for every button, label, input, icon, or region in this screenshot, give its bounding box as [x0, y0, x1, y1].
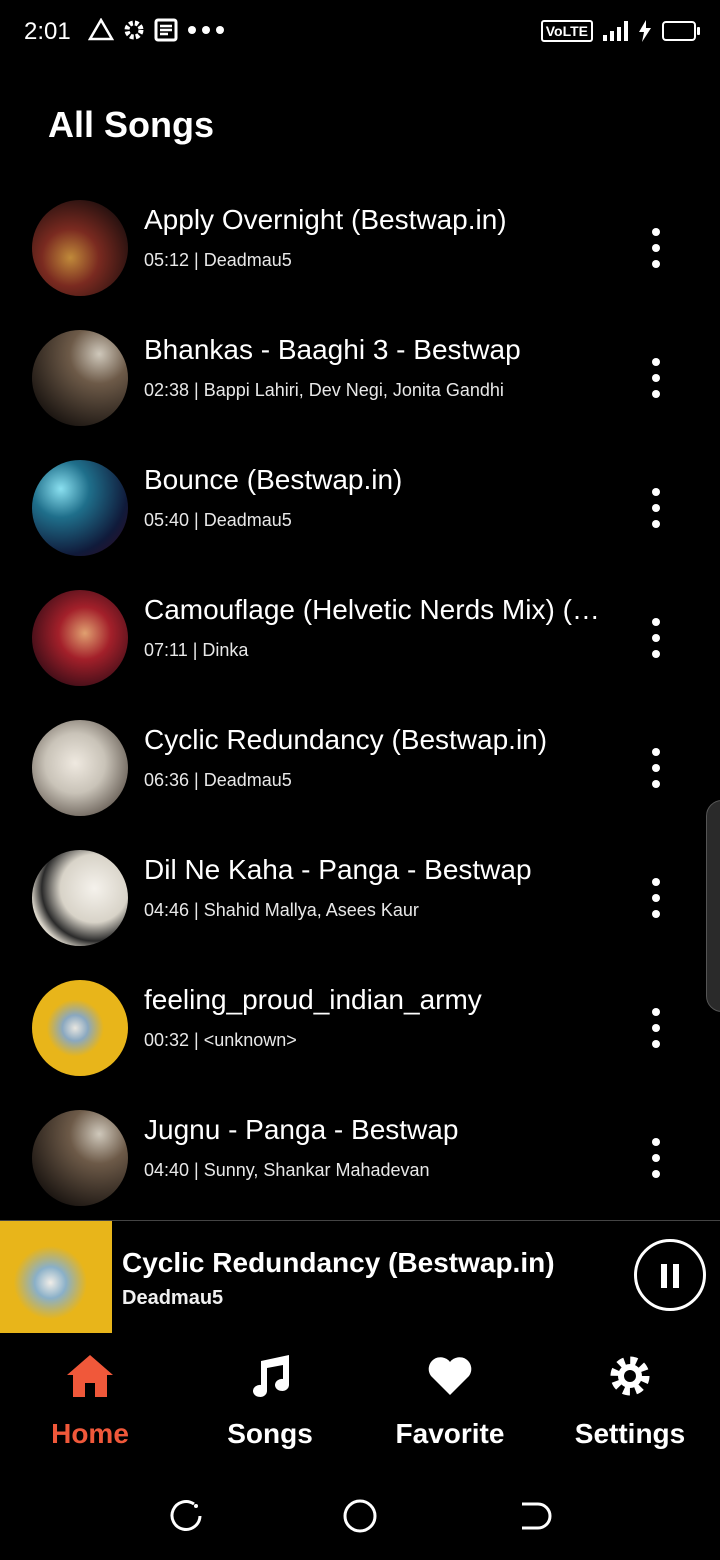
nav-favorite-label: Favorite [395, 1418, 505, 1449]
volte-badge: VoLTE [540, 20, 593, 42]
home-icon [67, 1355, 113, 1397]
song-meta: 06:36 | Deadmau5 [144, 770, 292, 790]
nav-home[interactable]: Home [0, 1332, 180, 1472]
song-menu-icon[interactable] [640, 878, 672, 918]
pause-button[interactable] [634, 1239, 706, 1311]
song-row[interactable]: Jugnu - Panga - Bestwap 04:40 | Sunny, S… [0, 1090, 720, 1220]
music-note-icon [253, 1355, 289, 1397]
status-system-icons: VoLTE [540, 20, 700, 42]
song-artwork [32, 330, 128, 426]
song-artwork [32, 720, 128, 816]
song-title: Bounce (Bestwap.in) [144, 464, 403, 495]
bottom-nav: Home Songs Favorite Settings [0, 1332, 720, 1472]
nav-home-label: Home [51, 1418, 129, 1449]
status-bar: 2:01 VoLTE [0, 0, 720, 64]
now-playing-bar[interactable]: Cyclic Redundancy (Bestwap.in) Deadmau5 [0, 1220, 720, 1333]
song-menu-icon[interactable] [640, 228, 672, 268]
song-artwork [32, 590, 128, 686]
news-icon [154, 18, 178, 42]
song-title: Cyclic Redundancy (Bestwap.in) [144, 724, 548, 755]
nav-settings[interactable]: Settings [540, 1332, 720, 1472]
status-notification-icons [88, 18, 226, 42]
recent-apps-icon[interactable] [166, 1496, 206, 1536]
scroll-handle[interactable] [706, 800, 720, 1012]
song-meta: 05:12 | Deadmau5 [144, 250, 292, 270]
song-title: Bhankas - Baaghi 3 - Bestwap [144, 334, 521, 365]
nav-songs-label: Songs [227, 1418, 313, 1449]
song-meta: 02:38 | Bappi Lahiri, Dev Negi, Jonita G… [144, 380, 504, 400]
more-dots-icon [188, 26, 224, 34]
page-title: All Songs [48, 104, 215, 145]
nav-songs[interactable]: Songs [180, 1332, 360, 1472]
home-circle-icon[interactable] [340, 1496, 380, 1536]
song-menu-icon[interactable] [640, 358, 672, 398]
song-artwork [32, 980, 128, 1076]
song-row[interactable]: Camouflage (Helvetic Nerds Mix) (Bestwap… [0, 570, 720, 700]
alert-triangle-icon [88, 18, 114, 41]
now-playing-artist: Deadmau5 [122, 1287, 224, 1309]
battery-icon [662, 21, 700, 41]
song-row[interactable]: Cyclic Redundancy (Bestwap.in) 06:36 | D… [0, 700, 720, 830]
song-menu-icon[interactable] [640, 1008, 672, 1048]
heart-icon [428, 1357, 472, 1395]
status-time: 2:01 [24, 18, 71, 45]
song-menu-icon[interactable] [640, 1138, 672, 1178]
back-icon[interactable] [514, 1496, 554, 1536]
song-meta: 04:40 | Sunny, Shankar Mahadevan [144, 1160, 430, 1180]
song-artwork [32, 200, 128, 296]
song-row[interactable]: feeling_proud_indian_army 00:32 | <unkno… [0, 960, 720, 1090]
gear-icon [610, 1356, 650, 1396]
system-nav-bar [0, 1472, 720, 1560]
now-playing-artwork [0, 1221, 112, 1333]
charging-icon [639, 20, 651, 42]
nav-favorite[interactable]: Favorite [360, 1332, 540, 1472]
song-row[interactable]: Bounce (Bestwap.in) 05:40 | Deadmau5 [0, 440, 720, 570]
now-playing-title: Cyclic Redundancy (Bestwap.in) [122, 1247, 555, 1278]
song-meta: 07:11 | Dinka [144, 640, 249, 660]
song-menu-icon[interactable] [640, 748, 672, 788]
song-title: Apply Overnight (Bestwap.in) [144, 204, 507, 235]
song-row[interactable]: Dil Ne Kaha - Panga - Bestwap 04:46 | Sh… [0, 830, 720, 960]
song-artwork [32, 850, 128, 946]
song-meta: 04:46 | Shahid Mallya, Asees Kaur [144, 900, 419, 920]
song-row[interactable]: Bhankas - Baaghi 3 - Bestwap 02:38 | Bap… [0, 310, 720, 440]
nav-settings-label: Settings [574, 1418, 686, 1449]
song-title: Camouflage (Helvetic Nerds Mix) (Bestwap… [144, 594, 609, 625]
song-artwork [32, 1110, 128, 1206]
song-title: Dil Ne Kaha - Panga - Bestwap [144, 854, 532, 885]
song-title: feeling_proud_indian_army [144, 984, 482, 1015]
song-title: Jugnu - Panga - Bestwap [144, 1114, 459, 1145]
song-artwork [32, 460, 128, 556]
song-menu-icon[interactable] [640, 488, 672, 528]
song-row[interactable]: Apply Overnight (Bestwap.in) 05:12 | Dea… [0, 180, 720, 310]
song-menu-icon[interactable] [640, 618, 672, 658]
signal-icon [603, 21, 628, 41]
gear-icon [124, 20, 144, 40]
song-meta: 05:40 | Deadmau5 [144, 510, 292, 530]
song-meta: 00:32 | <unknown> [144, 1030, 297, 1050]
